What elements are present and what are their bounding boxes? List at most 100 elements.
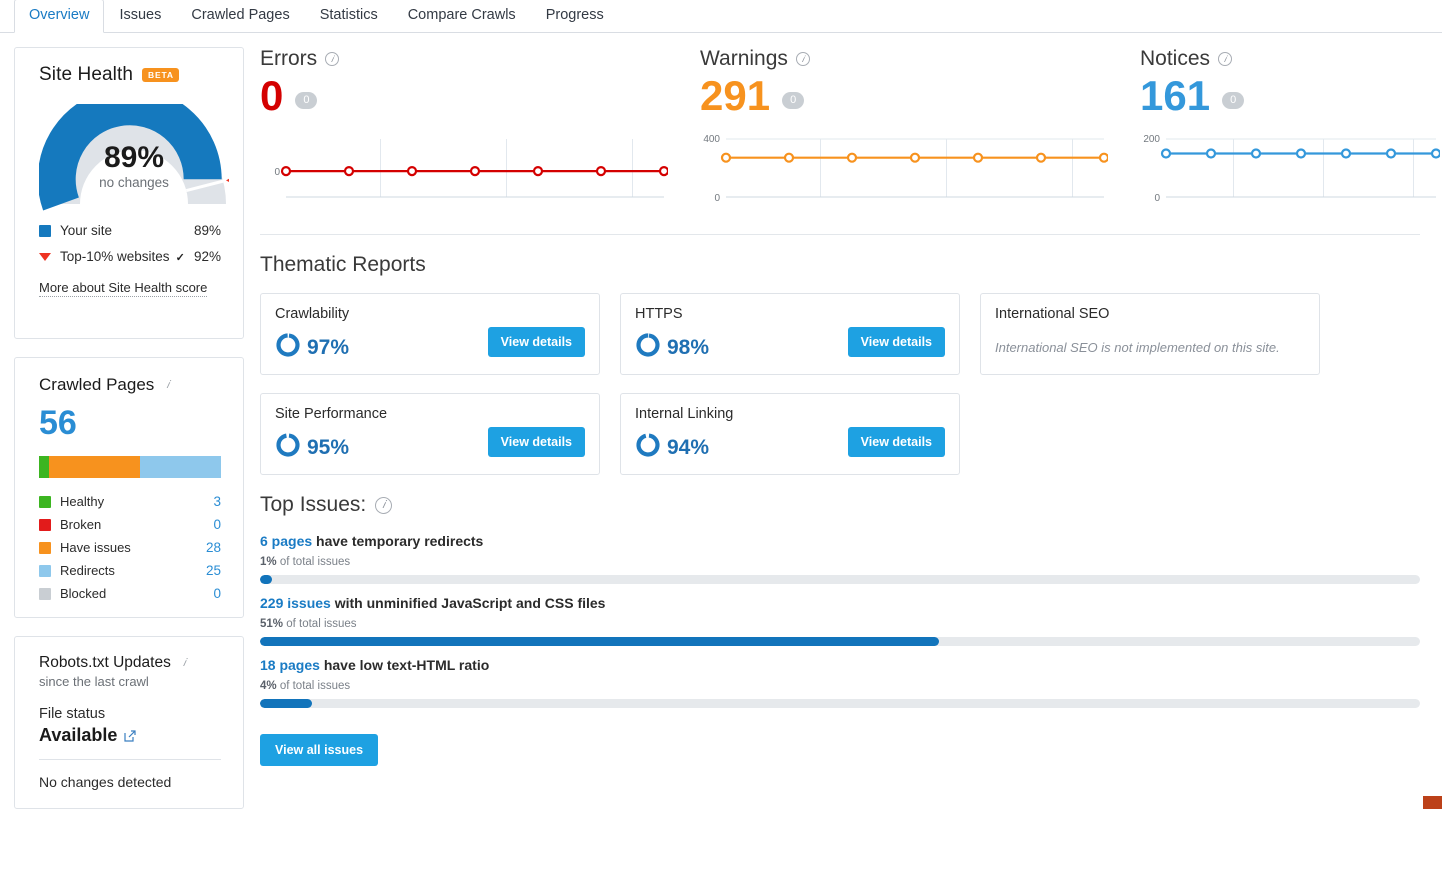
chart-data-point[interactable] [280,165,292,177]
tab-progress[interactable]: Progress [531,0,619,33]
info-icon-errors[interactable]: 𝑖 [325,52,340,66]
chevron-down-icon[interactable]: ✓ [176,251,185,264]
legend-label-blocked: Blocked [60,586,107,601]
progress-ring-svg [636,433,660,457]
metric-warnings-value-row: 291 0 [700,73,1140,119]
legend-label-your-site: Your site [60,223,113,238]
metric-notices-header: Notices 𝑖 [1140,47,1437,71]
progress-ring-arc [276,333,300,357]
legend-swatch-have-issues [39,541,51,554]
legend-row-have-issues: Have issues 28 [39,540,221,555]
chart-data-point[interactable] [469,165,481,177]
view-details-button-internal-linking[interactable]: View details [847,427,945,457]
chart-data-point[interactable] [846,152,858,163]
tab-issues[interactable]: Issues [104,0,176,33]
robots-divider [39,759,221,760]
info-icon-warnings[interactable]: 𝑖 [795,52,810,66]
legend-label-have-issues: Have issues [60,540,131,555]
robots-txt-card: Robots.txt Updates 𝑖 since the last craw… [14,636,244,809]
info-icon-top-issues[interactable]: 𝑖 [375,496,393,514]
legend-label-top10: Top-10% websites ✓ [60,249,194,264]
crawled-pages-total: 56 [39,404,77,442]
thematic-card-site-performance[interactable]: Site Performance 95% View details [260,393,600,475]
chart-data-point[interactable] [972,152,984,163]
chart-data-point[interactable] [1385,148,1397,159]
chart-ytick-label: 0 [714,193,720,204]
chart-data-point[interactable] [532,165,544,177]
chart-data-point[interactable] [1205,148,1217,159]
site-health-title: Site Health [39,64,134,85]
progress-ring-arc [636,433,660,457]
chart-data-point[interactable] [1098,152,1110,163]
chart-data-point[interactable] [406,165,418,177]
issue-count-link-temporary-redirects[interactable]: 6 pages [260,533,312,549]
metric-errors-title: Errors [260,47,318,70]
legend-swatch-your-site [39,224,51,237]
view-details-button-crawlability[interactable]: View details [487,327,585,357]
legend-swatch-healthy [39,495,51,508]
chart-data-point[interactable] [1430,148,1442,159]
thematic-card-crawlability-title: Crawlability [275,306,350,322]
crawled-pages-legend: Healthy 3 Broken 0 Have issues 28 Redire… [39,494,221,601]
issue-pct-low-text-html-ratio: 4% [260,680,277,692]
chart-data-point[interactable] [343,165,355,177]
chart-data-point[interactable] [1295,148,1307,159]
thematic-card-https-pct: 98% [667,335,710,359]
info-icon-notices[interactable]: 𝑖 [1218,52,1233,66]
legend-value-healthy: 3 [213,494,221,509]
view-details-button-site-performance[interactable]: View details [487,427,585,457]
issue-title-low-text-html-ratio: 18 pages have low text-HTML ratio [260,655,1442,675]
tab-statistics[interactable]: Statistics [305,0,393,33]
chart-data-point[interactable] [658,165,670,177]
metric-notices-value: 161 [1140,72,1211,119]
chart-data-point[interactable] [595,165,607,177]
progress-ring-svg [276,333,300,357]
metric-notices-delta: 0 [1222,92,1245,109]
more-about-site-health-link[interactable]: More about Site Health score [39,280,208,297]
chart-data-point[interactable] [720,152,732,163]
thematic-card-crawlability[interactable]: Crawlability 97% View details [260,293,600,375]
chart-data-point[interactable] [1160,148,1172,159]
info-icon-robots[interactable]: 𝑖 [179,657,190,669]
external-link-icon[interactable] [124,729,136,742]
robots-file-status-value-row: Available [39,725,221,746]
tab-overview[interactable]: Overview [14,0,105,33]
chart-data-point[interactable] [1340,148,1352,159]
chart-ytick-label: 400 [703,134,720,145]
site-health-legend-top10[interactable]: Top-10% websites ✓ 92% [39,249,221,264]
tab-compare-crawls[interactable]: Compare Crawls [393,0,531,33]
thematic-reports-grid: Crawlability 97% View details HTTPS 98% … [260,293,1442,475]
chart-data-point[interactable] [783,152,795,163]
chart-data-point[interactable] [1250,148,1262,159]
metric-warnings-header: Warnings 𝑖 [700,47,1140,71]
metric-notices: Notices 𝑖 161 0 200 0 [1140,47,1442,216]
chart-data-point[interactable] [909,152,921,163]
robots-file-status-label: File status [39,706,106,722]
progress-ring-svg [636,333,660,357]
metric-warnings: Warnings 𝑖 291 0 400 0 [700,47,1140,216]
info-icon-crawled-pages[interactable]: 𝑖 [162,379,173,391]
thematic-card-internal-linking[interactable]: Internal Linking 94% View details [620,393,960,475]
thematic-card-site-performance-pct: 95% [307,435,350,459]
thematic-card-https[interactable]: HTTPS 98% View details [620,293,960,375]
view-all-issues-button[interactable]: View all issues [260,734,379,766]
issue-pct-temporary-redirects: 1% [260,556,277,568]
main-content: Errors 𝑖 0 0 0 Warnings 𝑖 291 0 400 0 No… [244,33,1442,809]
chart-data-point[interactable] [1035,152,1047,163]
progress-ring-arc [276,433,300,457]
view-details-button-https[interactable]: View details [847,327,945,357]
top-issues-header: Top Issues: 𝑖 [260,493,1442,517]
issue-count-link-low-text-html-ratio[interactable]: 18 pages [260,657,320,673]
legend-row-healthy: Healthy 3 [39,494,221,509]
issue-text-unminified-files: with unminified JavaScript and CSS files [330,595,606,611]
metric-errors-value: 0 [260,72,284,119]
legend-swatch-broken [39,518,51,531]
metrics-divider [260,234,1420,235]
robots-subtitle: since the last crawl [39,674,149,689]
site-health-gauge: 89% no changes [39,104,229,212]
issue-sub-unminified-files: 51% of total issues [260,618,1442,630]
tab-crawled-pages[interactable]: Crawled Pages [176,0,304,33]
legend-value-broken: 0 [213,517,221,532]
issue-count-link-unminified-files[interactable]: 229 issues [260,595,331,611]
issue-pct-unminified-files: 51% [260,618,284,630]
